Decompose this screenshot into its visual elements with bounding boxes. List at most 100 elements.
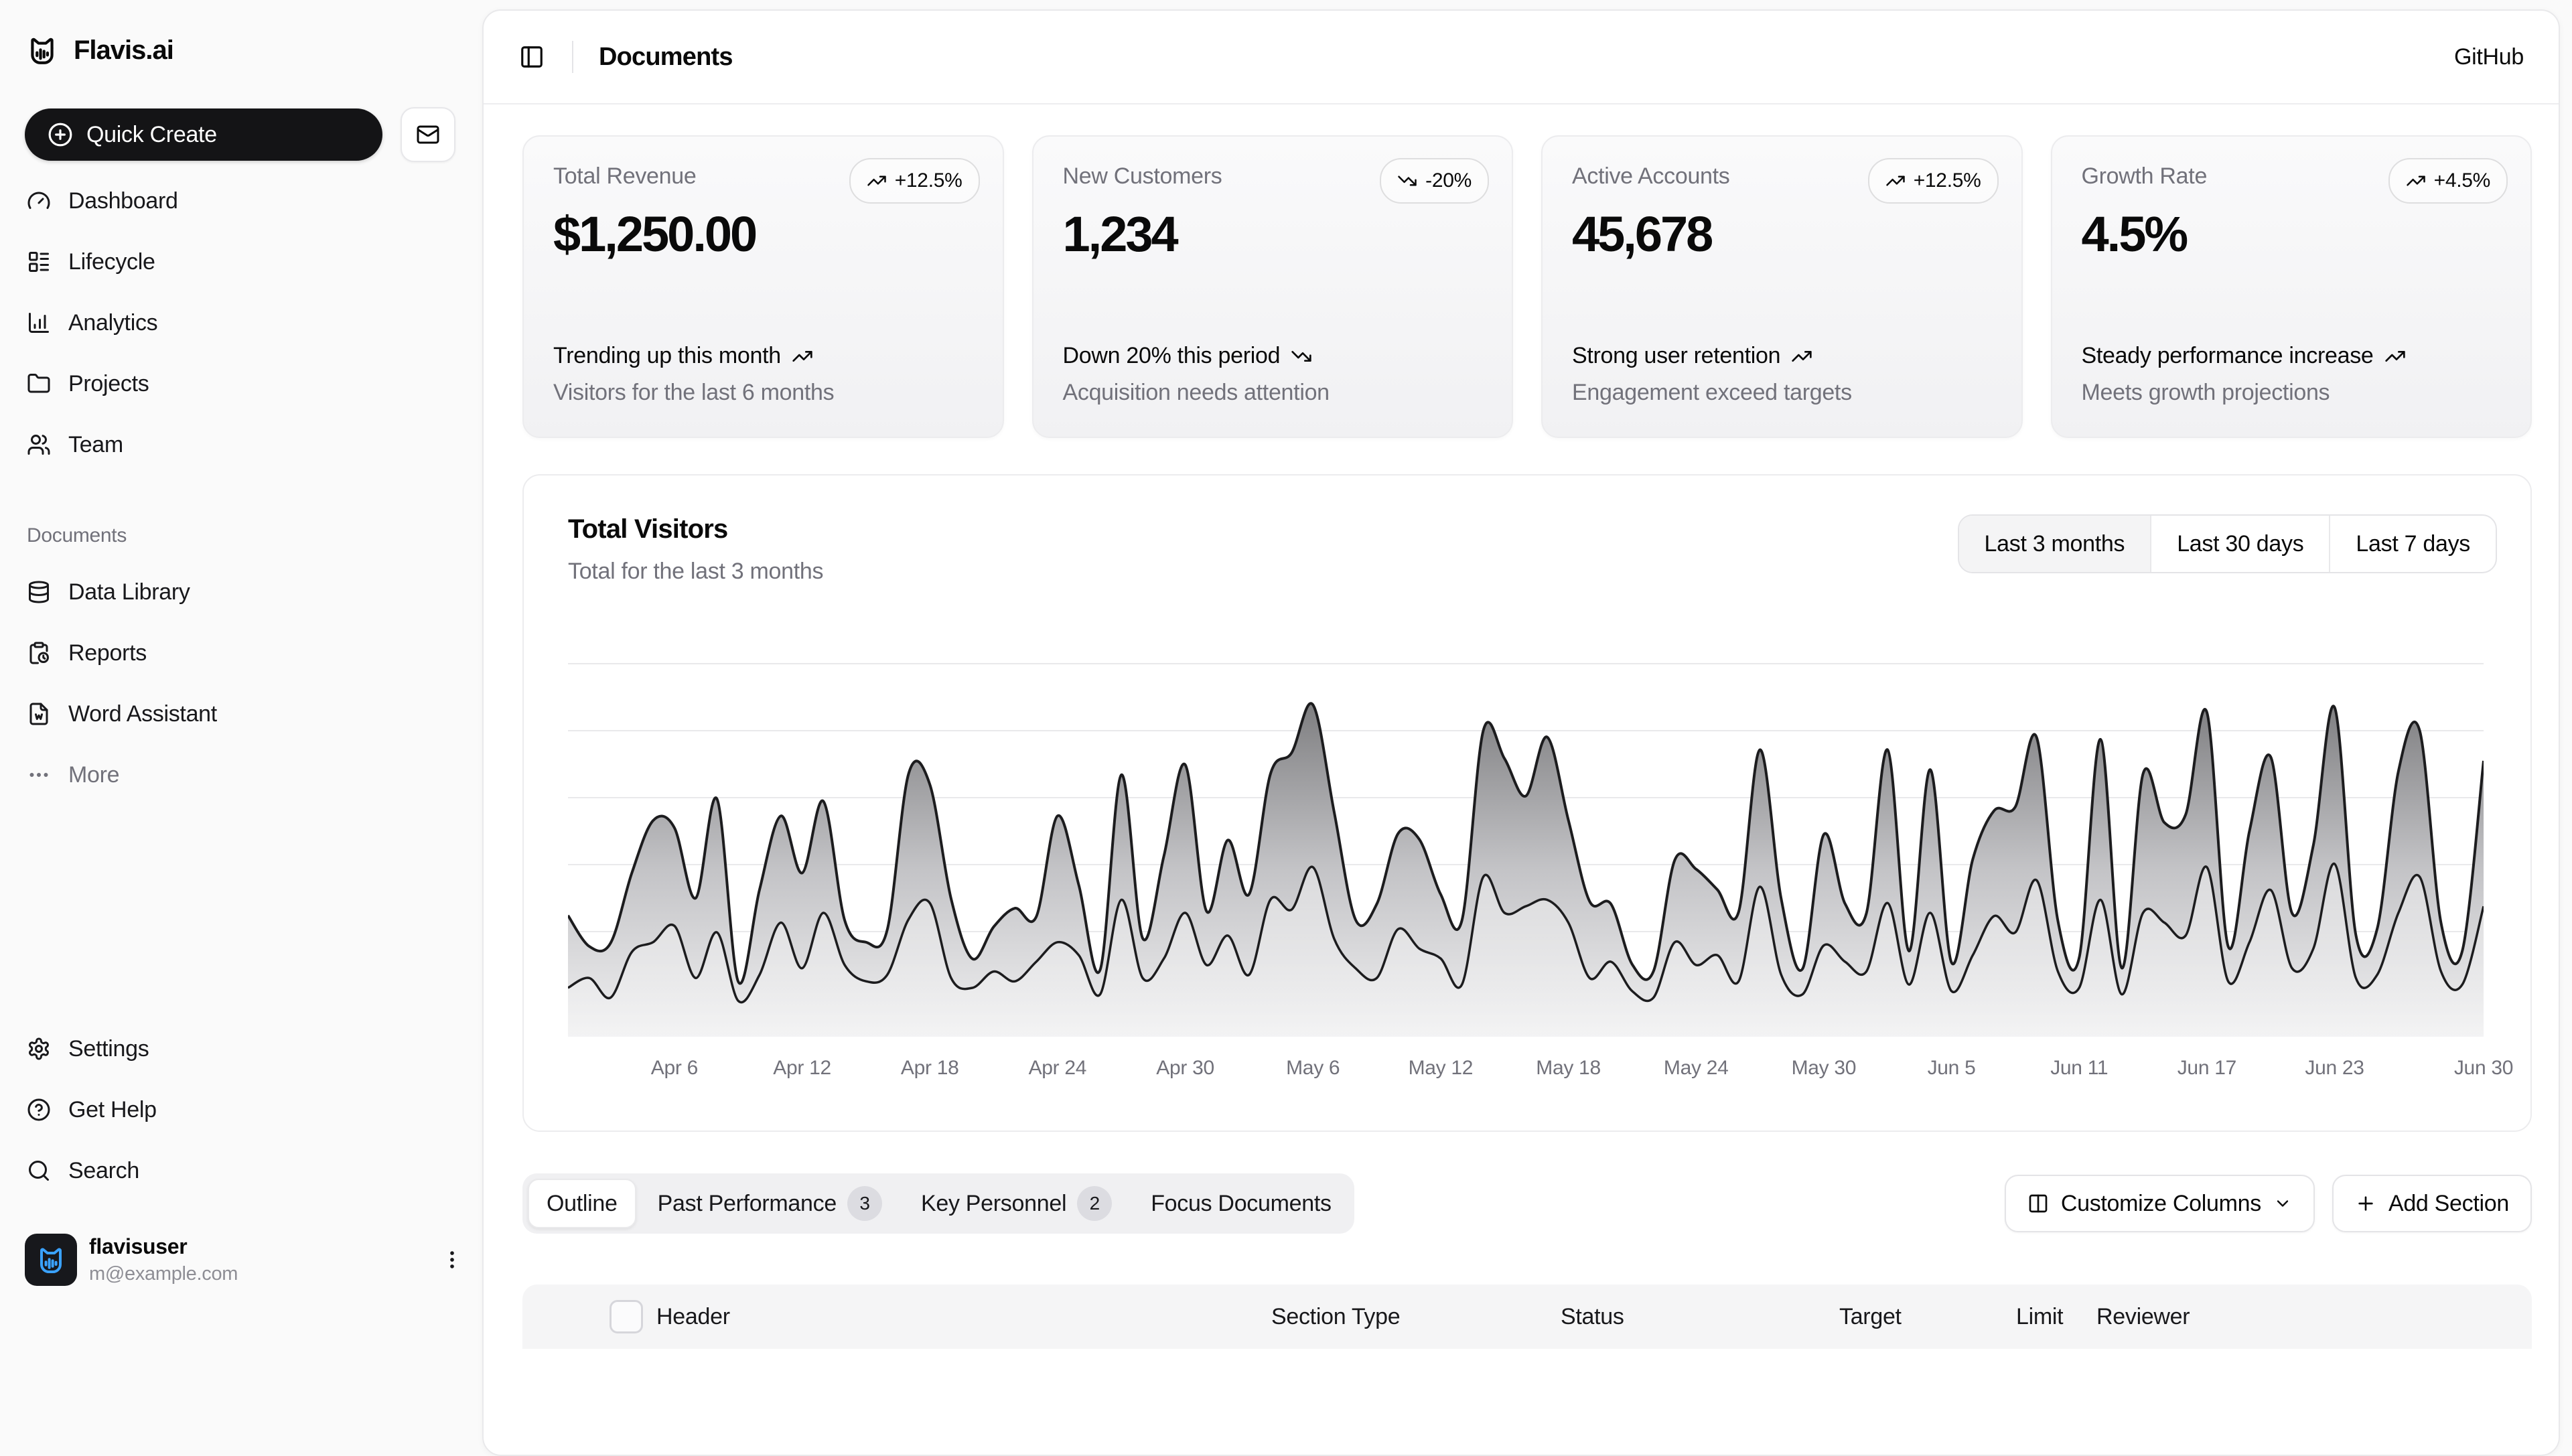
tab-outline[interactable]: Outline [528, 1179, 636, 1228]
sidebar-item-search[interactable]: Search [11, 1148, 469, 1193]
stat-card-active-accounts: Active Accounts +12.5% 45,678 Strong use… [1541, 135, 2023, 438]
sidebar-item-data-library[interactable]: Data Library [11, 569, 469, 615]
sidebar-item-label: Data Library [68, 579, 190, 605]
stat-footer-sub: Meets growth projections [2082, 380, 2504, 406]
chart-x-axis: Apr 6Apr 12Apr 18Apr 24Apr 30May 6May 12… [568, 1057, 2484, 1086]
stat-value: 1,234 [1063, 206, 1486, 263]
sidebar-item-label: Dashboard [68, 188, 178, 214]
sidebar-item-projects[interactable]: Projects [11, 361, 469, 407]
quick-create-button[interactable]: Quick Create [25, 108, 382, 161]
column-header-section-type: Section Type [1271, 1304, 1561, 1330]
inbox-button[interactable] [401, 107, 455, 162]
x-tick-label: May 18 [1536, 1057, 1601, 1080]
tab-focus-documents[interactable]: Focus Documents [1133, 1179, 1349, 1228]
sidebar-item-lifecycle[interactable]: Lifecycle [11, 239, 469, 285]
user-menu[interactable]: flavisuser m@example.com [25, 1233, 463, 1287]
x-tick-label: Jun 17 [2177, 1057, 2236, 1080]
trending-up-icon [1885, 171, 1906, 191]
time-range-toggle: Last 3 months Last 30 days Last 7 days [1958, 514, 2497, 573]
user-email: m@example.com [89, 1263, 238, 1285]
trending-up-icon [2384, 346, 2406, 367]
trending-up-icon [2406, 171, 2426, 191]
brand[interactable]: Flavis.ai [25, 33, 173, 67]
search-icon [27, 1159, 51, 1183]
x-tick-label: Jun 30 [2454, 1057, 2513, 1080]
stat-footer-main: Trending up this month [553, 343, 781, 369]
user-more-button[interactable] [441, 1248, 463, 1271]
tab-past-performance[interactable]: Past Performance 3 [640, 1179, 900, 1228]
range-last-7-days[interactable]: Last 7 days [2329, 516, 2496, 572]
sidebar-item-label: Search [68, 1158, 139, 1184]
sidebar-item-label: Get Help [68, 1097, 157, 1123]
stat-footer-main: Strong user retention [1572, 343, 1780, 369]
tab-count-badge: 2 [1077, 1186, 1112, 1221]
brand-name: Flavis.ai [74, 35, 173, 66]
app-header: Documents GitHub [484, 11, 2559, 104]
trending-up-icon [1791, 346, 1812, 367]
mail-icon [416, 123, 440, 147]
column-header-reviewer: Reviewer [2096, 1304, 2532, 1330]
customize-columns-button[interactable]: Customize Columns [2005, 1175, 2315, 1232]
github-link[interactable]: GitHub [2454, 44, 2524, 70]
column-header-header: Header [656, 1304, 1271, 1330]
chart-column-icon [27, 311, 51, 335]
x-tick-label: Apr 24 [1029, 1057, 1087, 1080]
add-section-button[interactable]: Add Section [2332, 1175, 2532, 1232]
area-chart [568, 662, 2484, 1037]
tab-key-personnel[interactable]: Key Personnel 2 [904, 1179, 1129, 1228]
chart-subtitle: Total for the last 3 months [568, 559, 823, 585]
stat-card-new-customers: New Customers -20% 1,234 Down 20% this p… [1032, 135, 1514, 438]
sidebar-item-reports[interactable]: Reports [11, 630, 469, 676]
stat-badge: +4.5% [2388, 158, 2508, 204]
sidebar-item-team[interactable]: Team [11, 422, 469, 467]
sidebar-item-label: Lifecycle [68, 249, 155, 275]
x-tick-label: May 24 [1664, 1057, 1729, 1080]
sidebar-item-analytics[interactable]: Analytics [11, 300, 469, 346]
folder-icon [27, 372, 51, 396]
stat-value: 45,678 [1572, 206, 1995, 263]
stat-footer-main: Steady performance increase [2082, 343, 2374, 369]
tab-count-badge: 3 [847, 1186, 882, 1221]
stat-footer-sub: Engagement exceed targets [1572, 380, 1995, 406]
stat-footer-main: Down 20% this period [1063, 343, 1281, 369]
range-last-30-days[interactable]: Last 30 days [2150, 516, 2329, 572]
page-title: Documents [599, 43, 733, 72]
flavis-logo-icon [25, 33, 59, 67]
plus-icon [2355, 1193, 2376, 1214]
x-tick-label: Apr 30 [1156, 1057, 1214, 1080]
stat-badge: +12.5% [1868, 158, 1999, 204]
chart-title: Total Visitors [568, 514, 728, 544]
x-tick-label: Jun 23 [2305, 1057, 2364, 1080]
sidebar-item-label: More [68, 762, 119, 788]
sidebar-item-more[interactable]: More [11, 752, 469, 798]
add-section-label: Add Section [2388, 1191, 2509, 1217]
customize-columns-label: Customize Columns [2061, 1191, 2261, 1217]
sidebar-item-dashboard[interactable]: Dashboard [11, 178, 469, 224]
stat-value: $1,250.00 [553, 206, 976, 263]
help-circle-icon [27, 1098, 51, 1122]
circle-plus-icon [48, 122, 73, 147]
stat-badge-value: -20% [1425, 169, 1472, 192]
stat-card-total-revenue: Total Revenue +12.5% $1,250.00 Trending … [522, 135, 1004, 438]
sidebar-item-get-help[interactable]: Get Help [11, 1087, 469, 1133]
x-tick-label: May 30 [1792, 1057, 1857, 1080]
stat-footer-sub: Visitors for the last 6 months [553, 380, 976, 406]
tab-label: Past Performance [658, 1191, 837, 1217]
user-name: flavisuser [89, 1234, 238, 1259]
sidebar-item-settings[interactable]: Settings [11, 1026, 469, 1072]
users-icon [27, 433, 51, 457]
x-tick-label: Apr 6 [651, 1057, 698, 1080]
tab-label: Key Personnel [921, 1191, 1066, 1217]
chevron-down-icon [2273, 1194, 2292, 1213]
trending-down-icon [1397, 171, 1417, 191]
panel-left-icon [519, 44, 545, 70]
database-icon [27, 580, 51, 604]
stat-card-growth-rate: Growth Rate +4.5% 4.5% Steady performanc… [2051, 135, 2532, 438]
select-all-checkbox[interactable] [610, 1300, 643, 1333]
x-tick-label: Jun 5 [1928, 1057, 1976, 1080]
layout-list-icon [27, 250, 51, 274]
ellipsis-vertical-icon [441, 1248, 463, 1271]
sidebar-item-word-assistant[interactable]: Word Assistant [11, 691, 469, 737]
sidebar-toggle-button[interactable] [517, 42, 547, 72]
range-last-3-months[interactable]: Last 3 months [1959, 516, 2151, 572]
